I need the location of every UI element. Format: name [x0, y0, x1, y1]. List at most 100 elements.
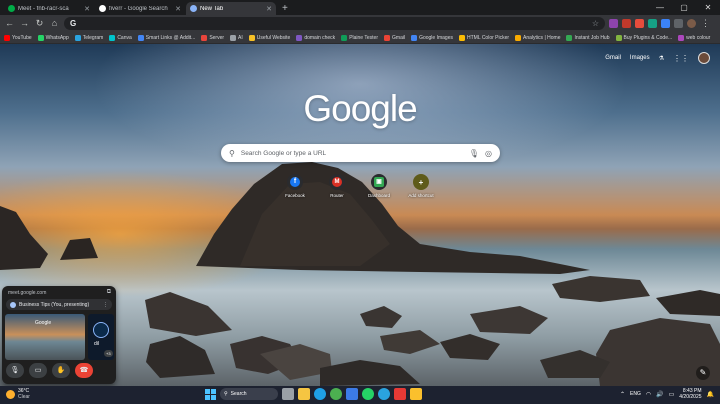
search-input[interactable]: ⚲ Search Google or type a URL 🎙 ◎ [221, 144, 500, 162]
bookmark-domain-check[interactable]: domain check [296, 34, 335, 41]
raise-hand-button[interactable]: ✋ [52, 363, 70, 378]
canva-icon [109, 34, 116, 41]
reload-icon[interactable]: ↻ [34, 18, 45, 29]
puzzle-icon[interactable] [674, 19, 683, 28]
app-icon[interactable] [394, 388, 406, 400]
wifi-icon[interactable]: ◠ [646, 391, 651, 398]
shortcut-facebook[interactable]: f Facebook [280, 174, 310, 198]
microphone-button[interactable]: 🎙 [6, 363, 24, 378]
avatar[interactable] [698, 52, 710, 64]
tab-google-search[interactable]: fiverr - Google Search ✕ [95, 2, 185, 15]
minimize-icon[interactable]: — [648, 0, 672, 15]
extension-icon[interactable] [609, 19, 618, 28]
maximize-icon[interactable]: ▢ [672, 0, 696, 15]
telegram-icon [74, 34, 81, 41]
forward-icon[interactable]: → [19, 18, 30, 29]
taskbar-search[interactable]: ⚲ Search [220, 388, 278, 400]
new-tab-button[interactable]: + [277, 2, 293, 15]
tab-title: fiverr - Google Search [109, 5, 168, 12]
shortcut-label: Router [330, 193, 344, 198]
gmail-link[interactable]: Gmail [605, 55, 621, 61]
weather-widget[interactable]: 36°C Clear [6, 388, 30, 400]
bookmark-instant-job-hub[interactable]: Instant Job Hub [566, 34, 610, 41]
bookmark-label: Canva [117, 34, 132, 41]
taskbar-search-label: Search [230, 391, 247, 397]
home-icon[interactable]: ⌂ [49, 18, 60, 29]
extension-icon[interactable] [661, 19, 670, 28]
windows-start-icon[interactable] [204, 388, 216, 400]
bookmark-youtube[interactable]: YouTube [4, 34, 32, 41]
bookmark-buy-plugins[interactable]: Buy Plugins & Code... [615, 34, 672, 41]
extension-icon[interactable] [648, 19, 657, 28]
images-link[interactable]: Images [630, 55, 650, 61]
address-bar[interactable]: G ☆ [64, 17, 605, 30]
bookmark-telegram[interactable]: Telegram [74, 34, 103, 41]
weather-condition: Clear [18, 394, 30, 400]
bookmark-smart-links[interactable]: Smart Links @ Addit... [137, 34, 196, 41]
search-icon: ⚲ [229, 148, 235, 158]
close-icon[interactable]: ✕ [266, 5, 272, 13]
whatsapp-icon [37, 34, 44, 41]
back-to-tab-icon[interactable]: ⧉ [107, 289, 111, 296]
whatsapp-icon[interactable] [362, 388, 374, 400]
close-icon[interactable]: ✕ [175, 5, 181, 13]
camera-button[interactable]: ▭ [29, 363, 47, 378]
bookmark-ai[interactable]: AI [230, 34, 243, 41]
close-icon[interactable]: ✕ [84, 5, 90, 13]
telegram-icon[interactable] [378, 388, 390, 400]
notification-icon[interactable]: 🔔 [707, 391, 714, 398]
bookmark-whatsapp[interactable]: WhatsApp [37, 34, 69, 41]
bookmark-star-icon[interactable]: ☆ [592, 19, 599, 28]
extension-icon[interactable] [622, 19, 631, 28]
bookmark-useful-website[interactable]: Useful Website [248, 34, 290, 41]
customize-chrome-icon[interactable]: ✎ [696, 366, 710, 380]
chevron-up-icon[interactable]: ⌃ [620, 391, 625, 398]
server-icon [201, 34, 208, 41]
bookmark-plaine-tester[interactable]: Plaine Tester [341, 34, 378, 41]
notes-icon[interactable] [410, 388, 422, 400]
volume-icon[interactable]: 🔊 [656, 391, 663, 398]
tab-new-tab[interactable]: New Tab ✕ [186, 2, 276, 15]
store-icon[interactable] [346, 388, 358, 400]
leave-call-button[interactable]: ☎ [75, 363, 93, 378]
labs-icon[interactable]: ⚗ [659, 55, 664, 62]
task-view-icon[interactable] [282, 388, 294, 400]
bookmark-google-images[interactable]: Google Images [411, 34, 453, 41]
bookmark-canva[interactable]: Canva [109, 34, 132, 41]
tab-title: Meet - fnb-racr-sca [18, 5, 69, 12]
meet-pip-window[interactable]: meet.google.com ⧉ Business Tips (You, pr… [2, 286, 116, 384]
back-icon[interactable]: ← [4, 18, 15, 29]
battery-icon[interactable]: ▭ [669, 391, 675, 398]
file-explorer-icon[interactable] [298, 388, 310, 400]
shortcut-dashboard[interactable]: ▣ Dashboard [364, 174, 394, 198]
date: 4/20/2025 [679, 394, 702, 400]
bookmark-label: Smart Links @ Addit... [145, 34, 196, 41]
menu-icon[interactable]: ⋮ [700, 18, 711, 29]
bookmark-server[interactable]: Server [201, 34, 224, 41]
search-placeholder: Search Google or type a URL [240, 149, 327, 157]
microphone-icon[interactable]: 🎙 [469, 149, 479, 158]
presenting-banner[interactable]: Business Tips (You, presenting) ⋮ [6, 299, 112, 310]
chrome-icon[interactable] [330, 388, 342, 400]
top-right-links: Gmail Images ⚗ ⋮⋮ [605, 52, 710, 64]
dashboard-glyph: ▣ [374, 177, 384, 187]
bookmark-analytics[interactable]: Analytics | Home [515, 34, 560, 41]
close-window-icon[interactable]: ✕ [696, 0, 720, 15]
bookmark-gmail[interactable]: Gmail [384, 34, 406, 41]
bookmark-label: Gmail [392, 34, 406, 41]
meet-avatar-icon [10, 301, 16, 308]
shortcut-router[interactable]: M Router [322, 174, 352, 198]
bookmark-html-color-picker[interactable]: HTML Color Picker [459, 34, 509, 41]
language-indicator[interactable]: ENG [630, 391, 641, 397]
bookmark-web-colour[interactable]: web colour [678, 34, 710, 41]
clock[interactable]: 8:43 PM 4/20/2025 [679, 388, 701, 400]
google-lens-icon[interactable]: ◎ [485, 149, 492, 158]
extension-icon[interactable] [635, 19, 644, 28]
profile-avatar[interactable] [687, 19, 696, 28]
edge-icon[interactable] [314, 388, 326, 400]
tab-meet[interactable]: Meet - fnb-racr-sca ✕ [4, 2, 94, 15]
more-options-icon[interactable]: ⋮ [103, 302, 108, 308]
mini-google-logo: Google [35, 320, 52, 326]
shortcut-add[interactable]: + Add shortcut [406, 174, 436, 198]
apps-grid-icon[interactable]: ⋮⋮ [673, 54, 689, 63]
